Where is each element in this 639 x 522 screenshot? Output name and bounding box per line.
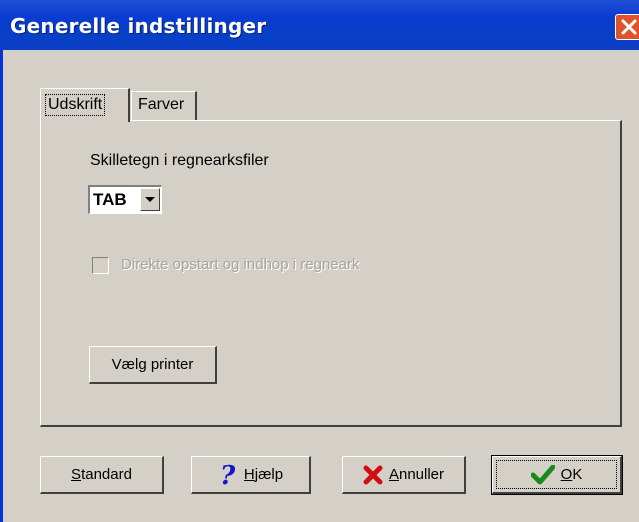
cancel-label-rest: nnuller	[398, 466, 445, 483]
chevron-down-icon	[145, 197, 155, 202]
green-check-icon	[530, 464, 555, 484]
help-label-rest: jælp	[254, 466, 284, 483]
ok-button[interactable]: OK	[491, 455, 623, 495]
question-mark-icon: ?	[220, 462, 236, 488]
svg-text:?: ?	[220, 462, 236, 488]
cancel-label: Annuller	[389, 466, 444, 483]
separator-label: Skilletegn i regnearksfiler	[90, 152, 269, 169]
separator-value: TAB	[93, 190, 127, 209]
help-label: Hjælp	[244, 466, 283, 483]
window-title: Generelle indstillinger	[10, 14, 267, 38]
ok-mnemonic: O	[560, 466, 573, 483]
help-button[interactable]: ? Hjælp	[191, 456, 311, 494]
tab-udskrift-label: Udskrift	[45, 94, 106, 116]
window-border	[0, 50, 3, 522]
standard-mnemonic: S	[71, 466, 82, 483]
close-icon	[621, 19, 637, 35]
help-mnemonic: H	[243, 466, 255, 483]
direct-start-label: Direkte opstart og indhop i regneark	[121, 256, 360, 273]
direct-start-checkbox[interactable]	[92, 257, 109, 274]
separator-select[interactable]: TAB	[88, 185, 162, 214]
cancel-button[interactable]: Annuller	[342, 456, 466, 494]
standard-label: Standard	[71, 466, 132, 483]
select-printer-label: Vælg printer	[111, 356, 194, 373]
standard-button[interactable]: Standard	[40, 456, 164, 494]
title-bar: Generelle indstillinger	[0, 0, 639, 50]
close-button[interactable]	[615, 14, 639, 40]
red-x-icon	[363, 465, 383, 484]
select-printer-button[interactable]: Vælg printer	[89, 346, 217, 384]
tab-farver[interactable]: Farver	[131, 91, 197, 120]
ok-label: OK	[561, 466, 583, 483]
tab-udskrift[interactable]: Udskrift	[40, 88, 130, 122]
dropdown-button[interactable]	[140, 188, 160, 211]
tab-farver-label: Farver	[138, 96, 185, 113]
standard-label-rest: tandard	[81, 466, 132, 483]
cancel-mnemonic: A	[388, 466, 399, 483]
ok-focus-ring: OK	[496, 460, 617, 489]
ok-label-rest: K	[572, 466, 583, 483]
